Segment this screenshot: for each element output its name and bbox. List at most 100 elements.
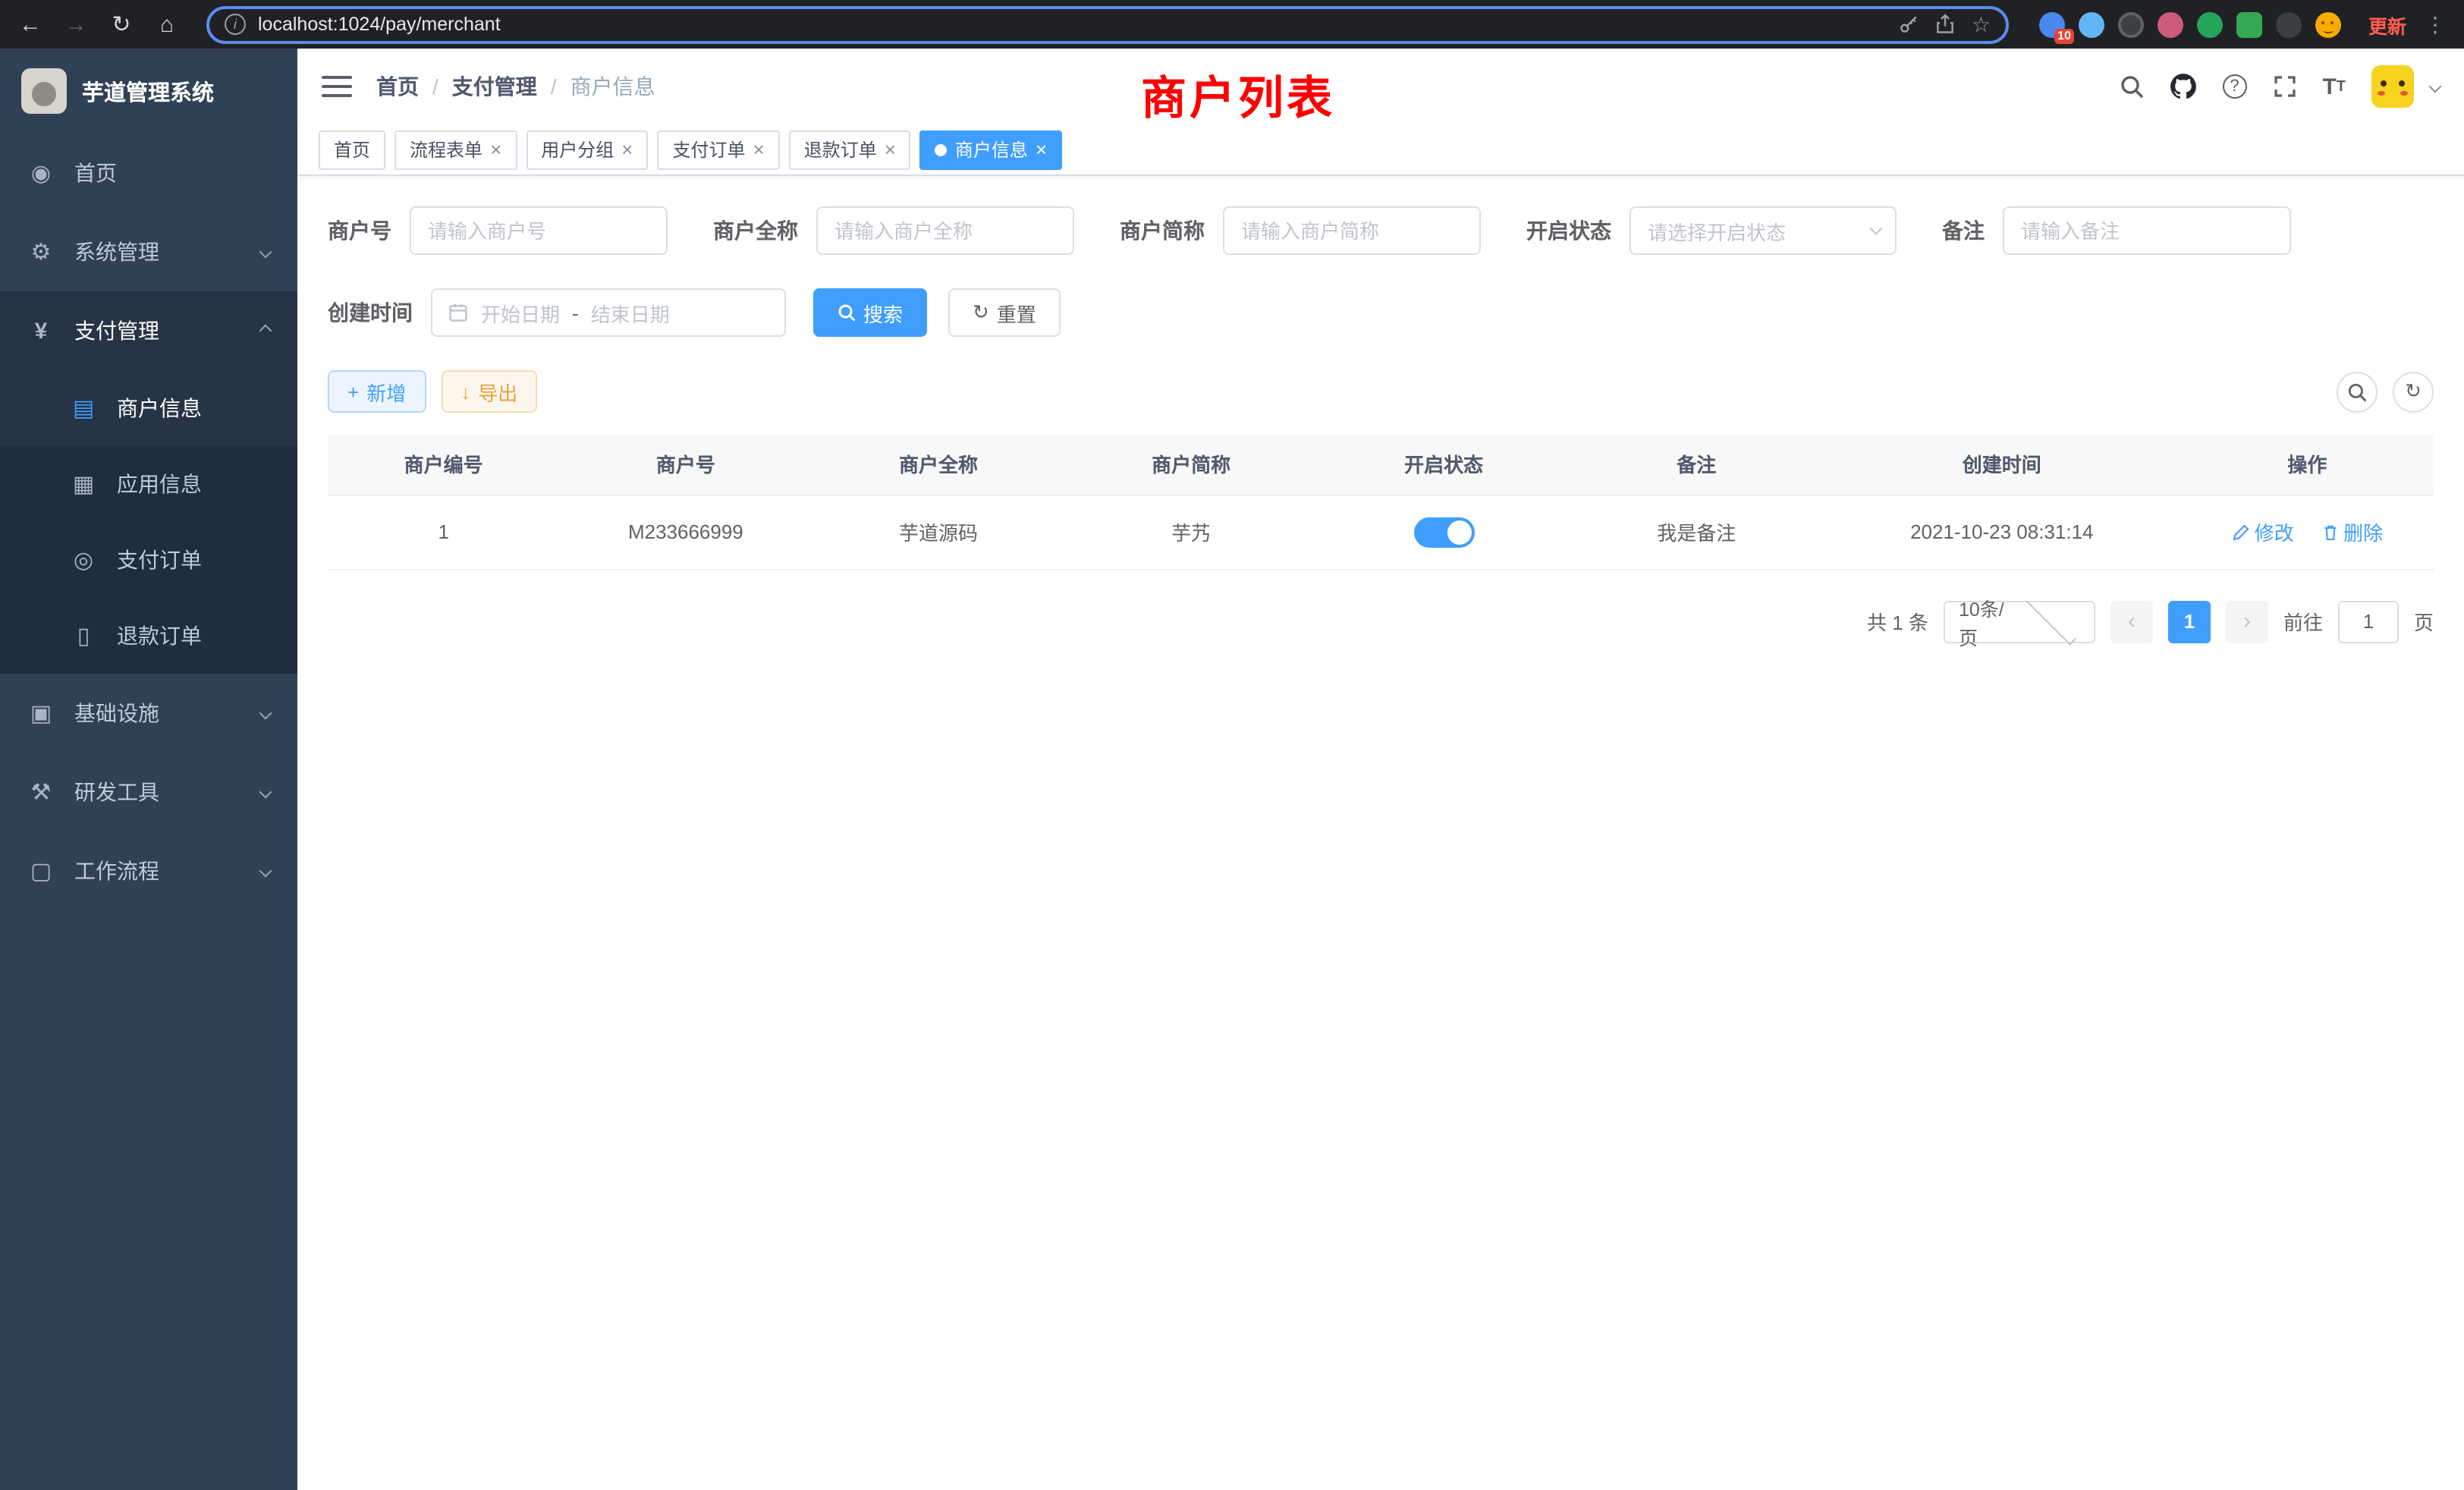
filter-row-2: 创建时间 开始日期 - 结束日期 搜索 [328,288,2434,337]
user-avatar[interactable] [2371,65,2414,108]
edit-link[interactable]: 修改 [2232,517,2294,546]
tab-user-group[interactable]: 用户分组 × [526,130,648,169]
short-name-input[interactable] [1223,206,1481,255]
date-separator: - [572,301,579,324]
chevron-up-icon [259,325,272,338]
sidebar-subitem-pay-order[interactable]: ◎ 支付订单 [0,522,297,598]
toggle-search-icon[interactable] [2337,371,2378,412]
extension-icon-6[interactable] [2236,11,2262,37]
refresh-table-icon[interactable]: ↻ [2393,371,2434,412]
logo-avatar [21,68,67,114]
col-full-name: 商户全称 [812,434,1064,495]
search-button[interactable]: 搜索 [813,288,927,337]
sidebar-item-payment[interactable]: ¥ 支付管理 [0,291,297,370]
tab-close-icon[interactable]: × [885,140,896,159]
page-size-select[interactable]: 10条/页 [1944,600,2095,643]
tab-label: 首页 [334,137,370,162]
sidebar-item-system[interactable]: ⚙ 系统管理 [0,212,297,291]
fullscreen-icon[interactable] [2272,74,2296,99]
sidebar-collapse-icon[interactable] [322,76,352,97]
tab-label: 商户信息 [955,137,1028,162]
add-button[interactable]: + 新增 [328,370,426,413]
share-icon[interactable] [1935,14,1956,35]
sidebar-item-label: 支付订单 [117,545,202,575]
status-label: 开启状态 [1526,215,1611,246]
extension-icon-3[interactable] [2118,11,2144,37]
tab-close-icon[interactable]: × [490,140,501,159]
next-page-button[interactable]: › [2226,600,2268,643]
delete-link[interactable]: 删除 [2321,517,2383,546]
breadcrumb-separator: / [432,74,438,99]
help-icon[interactable]: ? [2222,74,2246,99]
sidebar-item-infrastructure[interactable]: ▣ 基础设施 [0,674,297,753]
tab-close-icon[interactable]: × [1036,140,1047,159]
extension-icon-2[interactable] [2079,11,2104,37]
short-name-label: 商户简称 [1120,215,1205,246]
font-size-icon[interactable]: TT [2322,74,2346,99]
sidebar-item-label: 支付管理 [74,316,159,346]
tab-close-icon[interactable]: × [753,140,765,159]
search-icon[interactable] [2119,74,2143,99]
filter-full-name: 商户全称 [713,206,1074,255]
sidebar-item-workflow[interactable]: ▢ 工作流程 [0,831,297,910]
password-key-icon[interactable] [1899,14,1920,35]
devtools-icon: ⚒ [27,778,55,806]
sidebar-item-label: 工作流程 [74,856,159,886]
tab-flow-form[interactable]: 流程表单 × [394,130,517,169]
extension-icon-1[interactable]: 10 [2039,11,2065,37]
app-logo[interactable]: 芋道管理系统 [0,49,297,134]
browser-update-button[interactable]: 更新 [2359,10,2415,39]
filter-short-name: 商户简称 [1120,206,1481,255]
extension-icon-5[interactable] [2197,11,2223,37]
sidebar-subitem-merchant-info[interactable]: ▤ 商户信息 [0,370,297,446]
tab-refund-order[interactable]: 退款订单 × [789,130,911,169]
page-number-button[interactable]: 1 [2168,600,2211,643]
breadcrumb-payment[interactable]: 支付管理 [452,71,537,102]
prev-page-button[interactable]: ‹ [2110,600,2153,643]
yen-icon: ¥ [27,318,55,344]
sidebar-item-devtools[interactable]: ⚒ 研发工具 [0,753,297,831]
tab-merchant-info[interactable]: 商户信息 × [920,130,1062,169]
browser-back-button[interactable]: ← [12,6,49,42]
full-name-input[interactable] [816,206,1074,255]
merchant-no-input[interactable] [410,206,668,255]
avatar-caret-icon[interactable] [2429,80,2442,93]
browser-forward-button[interactable]: → [58,6,94,42]
remark-input[interactable] [2003,206,2291,255]
filter-remark: 备注 [1942,206,2291,255]
sidebar: 芋道管理系统 ◉ 首页 ⚙ 系统管理 ¥ 支付管理 [0,49,297,1490]
search-button-label: 搜索 [863,298,903,327]
github-icon[interactable] [2169,73,2196,100]
cell-remark: 我是备注 [1570,495,1823,569]
address-bar[interactable]: i localhost:1024/pay/merchant ☆ [206,5,2009,43]
bookmark-star-icon[interactable]: ☆ [1972,11,1991,37]
status-toggle[interactable] [1413,517,1474,547]
col-actions: 操作 [2181,434,2434,495]
date-range-picker[interactable]: 开始日期 - 结束日期 [431,288,786,337]
status-select[interactable]: 请选择开启状态 [1630,206,1897,255]
sidebar-item-home[interactable]: ◉ 首页 [0,134,297,212]
tab-label: 流程表单 [410,137,482,162]
reset-button[interactable]: ↻ 重置 [948,288,1061,337]
goto-page-input[interactable] [2338,600,2399,643]
browser-home-button[interactable]: ⌂ [149,6,185,42]
tab-close-icon[interactable]: × [621,140,633,159]
browser-menu-icon[interactable]: ⋮ [2425,11,2452,37]
gear-icon: ⚙ [27,238,55,266]
app-title: 芋道管理系统 [82,75,214,107]
extension-icon-4[interactable] [2158,11,2183,37]
sidebar-subitem-app-info[interactable]: ▦ 应用信息 [0,446,297,522]
sidebar-subitem-refund-order[interactable]: ▯ 退款订单 [0,598,297,674]
breadcrumb-home[interactable]: 首页 [376,71,419,102]
navbar: 首页 / 支付管理 / 商户信息 商户列表 ? [297,49,2464,124]
browser-reload-button[interactable]: ↻ [103,6,140,42]
profile-avatar-icon[interactable] [2315,11,2341,37]
tab-home[interactable]: 首页 [319,130,385,169]
browser-chrome: ← → ↻ ⌂ i localhost:1024/pay/merchant ☆ … [0,0,2464,49]
page-info-icon[interactable]: i [225,14,246,35]
extension-icon-7[interactable] [2276,11,2302,37]
cell-status [1318,495,1570,569]
tab-pay-order[interactable]: 支付订单 × [657,130,779,169]
sidebar-item-label: 研发工具 [74,777,159,807]
export-button[interactable]: ↓ 导出 [441,370,537,413]
